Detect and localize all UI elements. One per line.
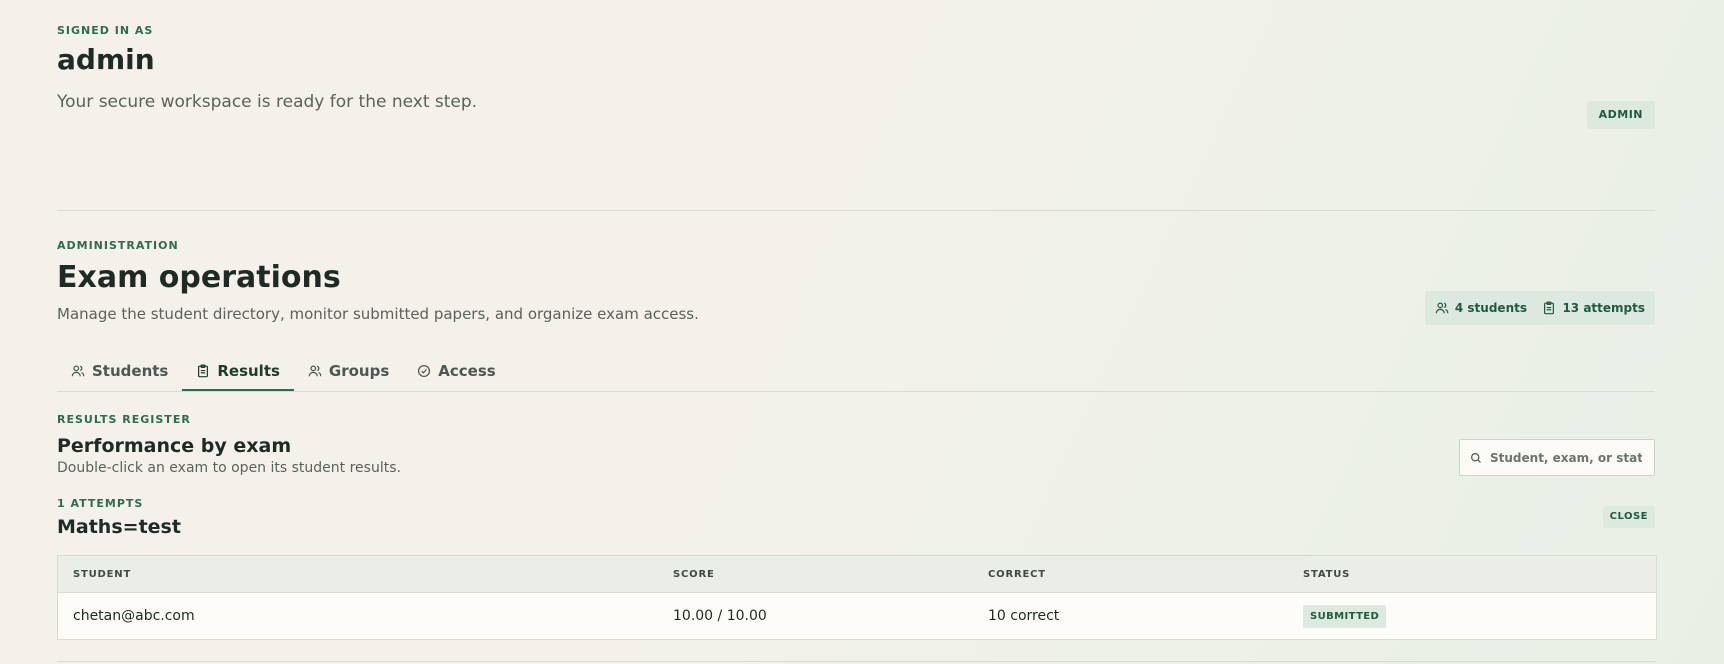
- attempts-count: 13 attempts: [1562, 301, 1645, 315]
- column-header-status: STATUS: [1303, 568, 1351, 580]
- students-stat-badge: 4 students: [1424, 291, 1537, 325]
- column-header-score: SCORE: [673, 568, 715, 580]
- signed-in-eyebrow: SIGNED IN AS: [57, 24, 154, 37]
- tab-access[interactable]: Access: [403, 352, 509, 390]
- status-badge: SUBMITTED: [1303, 604, 1387, 628]
- results-eyebrow: RESULTS REGISTER: [57, 413, 191, 426]
- cell-status: SUBMITTED: [1303, 604, 1656, 628]
- exam-detail-header: 1 ATTEMPTS Maths=test CLOSE: [57, 497, 1655, 538]
- welcome-subtitle: Your secure workspace is ready for the n…: [57, 92, 478, 112]
- students-count: 4 students: [1454, 301, 1527, 315]
- cell-correct: 10 correct: [988, 608, 1060, 624]
- username-heading: admin: [57, 43, 155, 76]
- divider: [57, 661, 1655, 662]
- role-badge: ADMIN: [1586, 101, 1655, 129]
- results-register-section: RESULTS REGISTER Performance by exam Dou…: [57, 413, 1655, 476]
- users-icon: [308, 365, 322, 377]
- attempts-label: 1 ATTEMPTS: [57, 497, 144, 510]
- tab-label: Groups: [328, 362, 390, 380]
- administration-header: ADMINISTRATION Exam operations Manage th…: [57, 239, 1655, 325]
- welcome-section: SIGNED IN AS admin Your secure workspace…: [57, 24, 1655, 211]
- tab-label: Access: [438, 362, 496, 380]
- admin-tabs: Students Results Groups Access: [57, 352, 1655, 392]
- results-table: STUDENT SCORE CORRECT STATUS chetan@abc.…: [57, 555, 1657, 640]
- cell-student: chetan@abc.com: [73, 608, 195, 624]
- cell-score: 10.00 / 10.00: [673, 608, 767, 624]
- column-header-student: STUDENT: [73, 568, 132, 580]
- search-input[interactable]: [1488, 449, 1644, 466]
- tab-students[interactable]: Students: [57, 352, 182, 390]
- exam-name: Maths=test: [57, 516, 181, 538]
- page-title: Exam operations: [57, 260, 341, 295]
- tab-label: Results: [217, 361, 280, 380]
- clipboard-icon: [198, 363, 209, 377]
- tab-groups[interactable]: Groups: [294, 352, 403, 390]
- table-row[interactable]: chetan@abc.com 10.00 / 10.00 10 correct …: [58, 593, 1656, 639]
- page-description: Manage the student directory, monitor su…: [57, 305, 699, 323]
- administration-eyebrow: ADMINISTRATION: [57, 239, 179, 252]
- search-box: [1459, 439, 1655, 476]
- attempts-stat-badge: 13 attempts: [1532, 291, 1655, 325]
- results-title: Performance by exam: [57, 435, 292, 457]
- check-circle-icon: [418, 364, 431, 378]
- users-icon: [1435, 302, 1449, 314]
- clipboard-icon: [1544, 301, 1555, 315]
- search-icon: [1471, 452, 1481, 463]
- results-hint: Double-click an exam to open its student…: [57, 460, 401, 476]
- tab-label: Students: [92, 362, 169, 380]
- column-header-correct: CORRECT: [988, 568, 1046, 580]
- tab-results[interactable]: Results: [182, 352, 294, 391]
- users-icon: [71, 365, 85, 377]
- table-header: STUDENT SCORE CORRECT STATUS: [58, 556, 1656, 593]
- close-button[interactable]: CLOSE: [1602, 506, 1655, 528]
